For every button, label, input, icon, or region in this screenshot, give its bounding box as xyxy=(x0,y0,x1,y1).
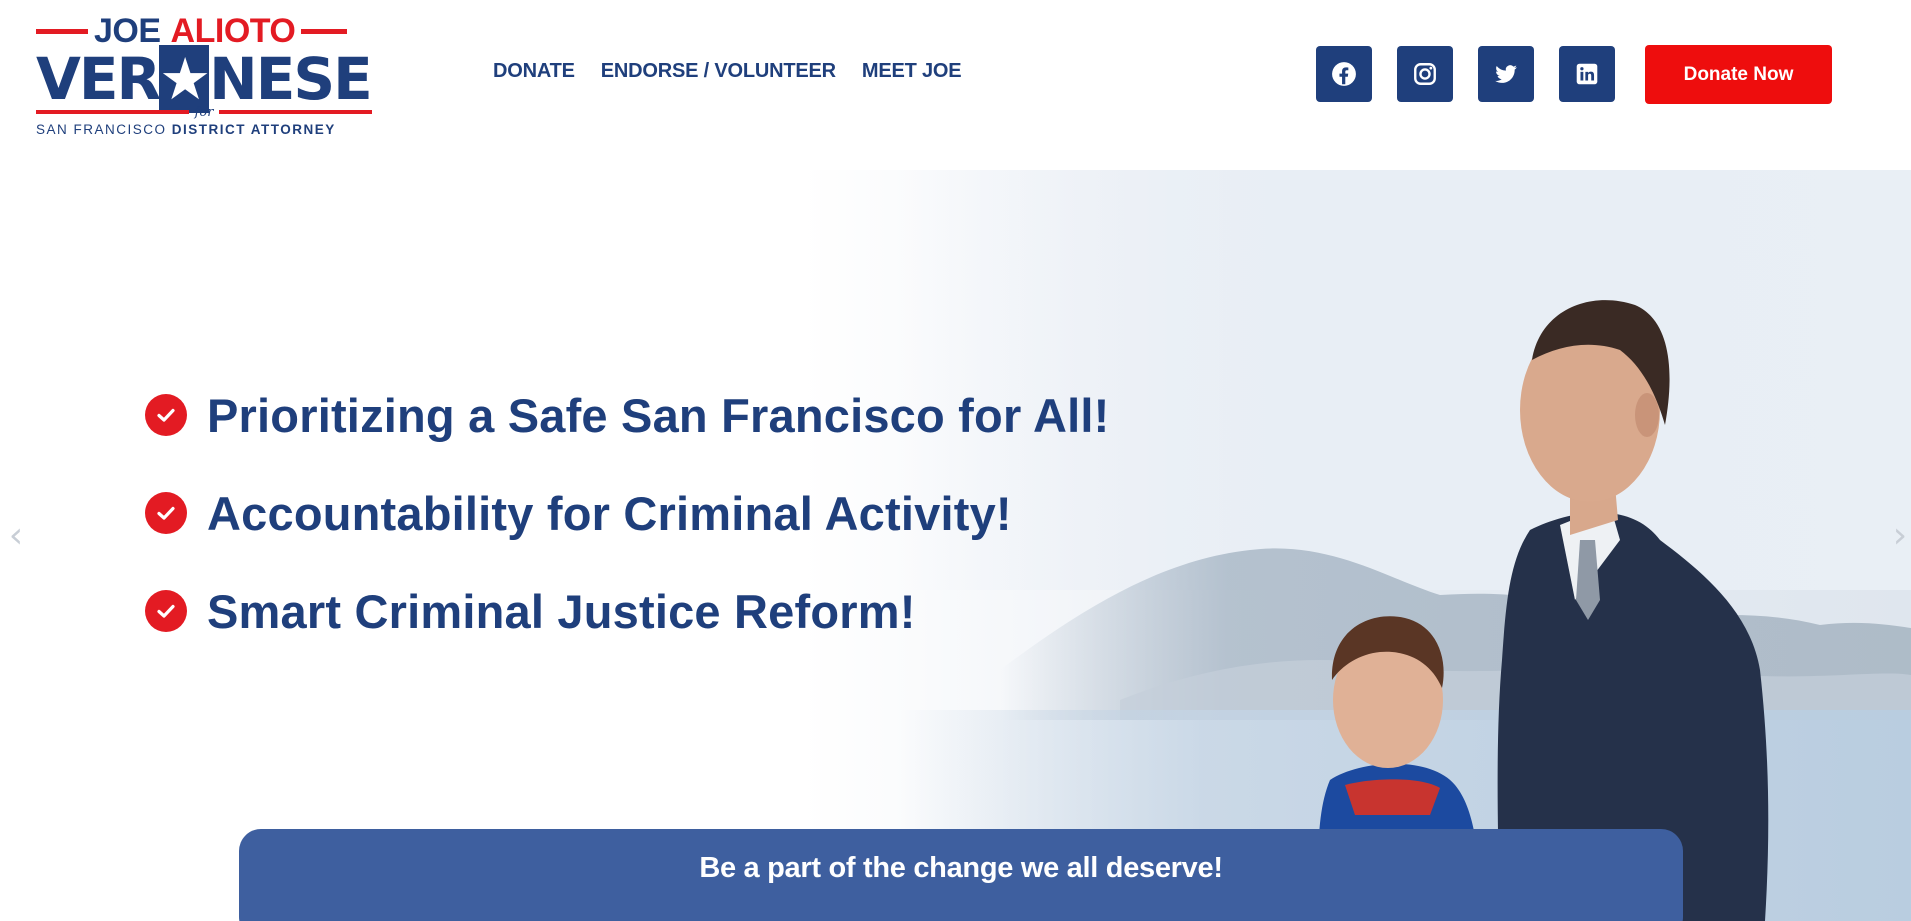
facebook-button[interactable] xyxy=(1316,46,1372,102)
social-links xyxy=(1316,46,1615,102)
logo-subtitle-city: SAN FRANCISCO xyxy=(36,122,172,137)
cta-banner: Be a part of the change we all deserve! xyxy=(239,829,1683,921)
logo-subtitle-office: DISTRICT ATTORNEY xyxy=(171,122,336,137)
site-header: JOE ALIOTO VER★NESE for SAN FRANCISCO DI… xyxy=(0,0,1911,170)
nav-item-donate[interactable]: DONATE xyxy=(493,60,575,83)
donate-now-button[interactable]: Donate Now xyxy=(1645,45,1832,104)
hero-bullet-item: Smart Criminal Justice Reform! xyxy=(145,583,1109,639)
logo-veronese: VER★NESE xyxy=(36,44,376,114)
logo-for-row: for xyxy=(36,105,373,120)
hero-bullet-item: Accountability for Criminal Activity! xyxy=(145,485,1109,541)
candidate-photo xyxy=(1318,300,1769,921)
main-nav: DONATE ENDORSE / VOLUNTEER MEET JOE xyxy=(493,60,962,83)
logo-veronese-post: NESE xyxy=(209,45,373,113)
hero-bullet-item: Prioritizing a Safe San Francisco for Al… xyxy=(145,387,1109,443)
slider-prev-arrow[interactable]: ‹ xyxy=(4,515,28,556)
hero-bullet-text: Accountability for Criminal Activity! xyxy=(207,486,1012,540)
instagram-button[interactable] xyxy=(1397,46,1453,102)
logo-for-line-right xyxy=(219,110,373,114)
logo-subtitle: SAN FRANCISCO DISTRICT ATTORNEY xyxy=(36,122,376,138)
hero-bullet-text: Prioritizing a Safe San Francisco for Al… xyxy=(207,388,1110,442)
hero-slider: ‹ › Prioritizing a Safe San Francisco fo… xyxy=(0,170,1911,921)
check-circle-icon xyxy=(145,590,187,632)
linkedin-button[interactable] xyxy=(1559,46,1615,102)
twitter-icon xyxy=(1495,65,1517,83)
linkedin-icon xyxy=(1576,63,1598,85)
logo-for: for xyxy=(194,104,214,120)
nav-item-meet-joe[interactable]: MEET JOE xyxy=(862,60,962,83)
twitter-button[interactable] xyxy=(1478,46,1534,102)
slider-next-arrow[interactable]: › xyxy=(1888,515,1911,556)
logo-rule-left xyxy=(36,28,88,34)
logo-rule-right xyxy=(301,28,348,34)
cta-banner-text: Be a part of the change we all deserve! xyxy=(699,852,1223,884)
facebook-icon xyxy=(1332,62,1356,86)
hero-bullet-text: Smart Criminal Justice Reform! xyxy=(207,584,916,638)
check-circle-icon xyxy=(145,492,187,534)
instagram-icon xyxy=(1414,63,1436,85)
nav-item-endorse-volunteer[interactable]: ENDORSE / VOLUNTEER xyxy=(601,60,836,83)
logo-star-icon: ★ xyxy=(159,45,211,113)
logo-for-line-left xyxy=(36,110,189,114)
campaign-logo[interactable]: JOE ALIOTO VER★NESE for SAN FRANCISCO DI… xyxy=(36,10,376,138)
check-circle-icon xyxy=(145,394,187,436)
hero-bullet-list: Prioritizing a Safe San Francisco for Al… xyxy=(145,387,1109,681)
logo-veronese-pre: VER xyxy=(36,45,161,113)
